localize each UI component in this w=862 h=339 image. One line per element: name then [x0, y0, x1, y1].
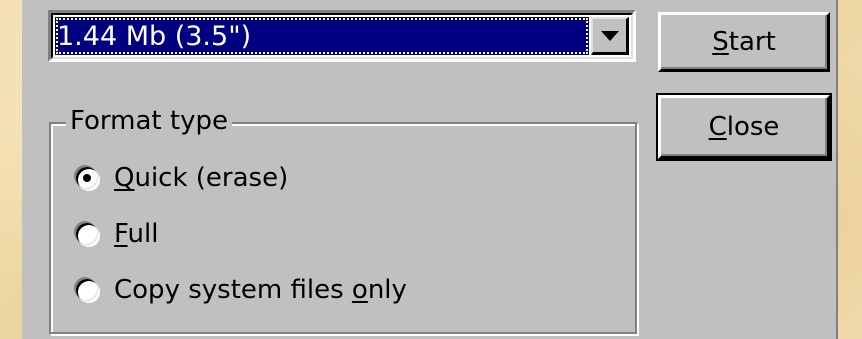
capacity-dropdown[interactable]: 1.44 Mb (3.5") — [48, 10, 636, 62]
radio-full[interactable]: Full — [76, 216, 158, 252]
capacity-selected-value[interactable]: 1.44 Mb (3.5") — [55, 17, 589, 55]
radio-copy-system-files-only[interactable]: Copy system files only — [76, 272, 407, 308]
start-label: tart — [728, 27, 776, 57]
radio-unchecked-icon[interactable] — [76, 279, 98, 301]
radio-full-label: ull — [127, 219, 159, 249]
radio-unchecked-icon[interactable] — [76, 223, 98, 245]
full-mnemonic: F — [114, 219, 128, 249]
radio-checked-icon[interactable] — [76, 167, 98, 189]
chevron-down-icon — [600, 30, 619, 41]
only-mnemonic: o — [351, 275, 368, 305]
radio-copy-label-end: nly — [367, 275, 407, 305]
start-button[interactable]: Start — [658, 12, 830, 72]
close-mnemonic: C — [708, 112, 727, 142]
radio-copy-label-start: Copy system files — [114, 275, 352, 305]
format-dialog: 1.44 Mb (3.5") Start Close Format type Q… — [22, 0, 838, 339]
format-type-title: Format type — [66, 104, 232, 138]
start-mnemonic: S — [712, 27, 729, 57]
close-button[interactable]: Close — [656, 93, 832, 161]
radio-quick-erase[interactable]: Quick (erase) — [76, 160, 288, 196]
quick-mnemonic: Q — [114, 163, 135, 193]
close-label: lose — [726, 112, 780, 142]
dropdown-button[interactable] — [591, 17, 629, 55]
radio-quick-label: uick (erase) — [134, 163, 289, 193]
